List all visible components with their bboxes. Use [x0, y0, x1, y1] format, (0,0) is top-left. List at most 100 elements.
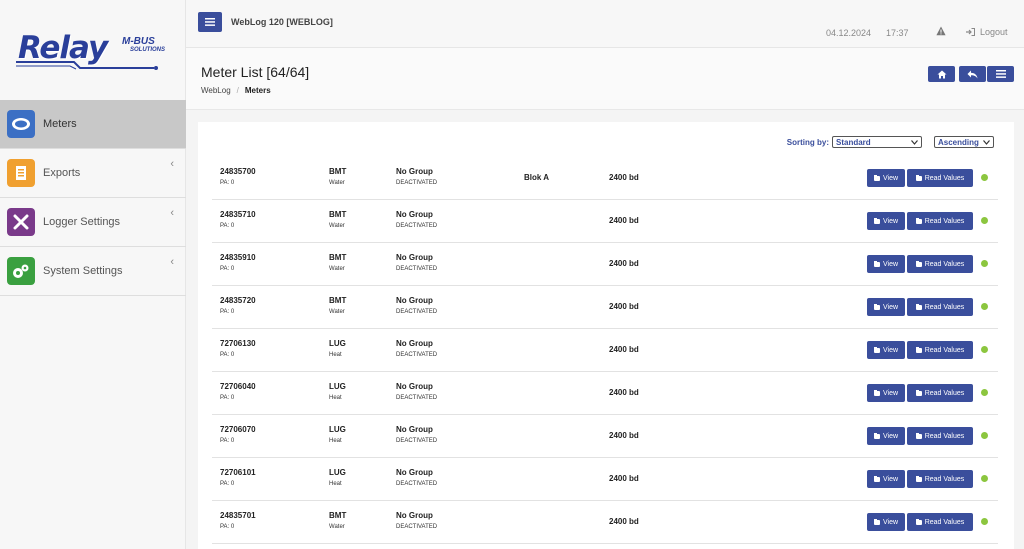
chevron-left-icon: ‹ — [170, 158, 174, 170]
folder-icon — [915, 174, 922, 181]
meter-medium: Water — [329, 266, 345, 272]
view-label: View — [882, 389, 899, 397]
meter-primary-address: PA: 0 — [220, 481, 235, 487]
table-row: 72706040 PA: 0 LUG Heat No Group DEACTIV… — [212, 372, 998, 415]
view-button[interactable]: View — [867, 298, 905, 316]
read-values-button[interactable]: Read Values — [907, 341, 973, 359]
chevron-left-icon: ‹ — [170, 256, 174, 268]
breadcrumb-weblog[interactable]: WebLog — [201, 86, 231, 95]
gears-icon — [7, 257, 35, 285]
meter-baud-rate: 2400 bd — [609, 302, 639, 311]
view-button[interactable]: View — [867, 341, 905, 359]
sort-order-value: Ascending — [938, 137, 979, 147]
read-values-label: Read Values — [924, 260, 965, 268]
meter-medium: Heat — [329, 438, 342, 444]
relay-logo[interactable]: Relay M-BUS SOLUTIONS — [14, 26, 165, 74]
view-button[interactable]: View — [867, 169, 905, 187]
menu-toggle-button[interactable] — [198, 12, 222, 32]
folder-icon — [915, 217, 922, 224]
read-values-button[interactable]: Read Values — [907, 384, 973, 402]
meter-manufacturer: BMT — [329, 511, 347, 520]
meter-group: No Group — [396, 296, 433, 305]
view-label: View — [882, 217, 899, 225]
read-values-button[interactable]: Read Values — [907, 212, 973, 230]
meter-id: 24835710 — [220, 210, 256, 219]
meter-group: No Group — [396, 210, 433, 219]
meter-baud-rate: 2400 bd — [609, 517, 639, 526]
meter-medium: Heat — [329, 395, 342, 401]
logout-label: Logout — [980, 27, 1008, 37]
current-time: 17:37 — [886, 28, 909, 38]
tools-icon — [7, 208, 35, 236]
meter-state: DEACTIVATED — [396, 309, 438, 315]
reply-icon — [967, 70, 978, 78]
meter-baud-rate: 2400 bd — [609, 431, 639, 440]
view-button[interactable]: View — [867, 255, 905, 273]
meter-state: DEACTIVATED — [396, 223, 438, 229]
sort-field-select[interactable]: Standard — [832, 136, 922, 148]
sidebar-item-system-settings[interactable]: System Settings ‹ — [0, 247, 186, 296]
view-button[interactable]: View — [867, 212, 905, 230]
folder-icon — [873, 475, 880, 482]
home-button[interactable] — [928, 66, 955, 82]
view-label: View — [882, 303, 899, 311]
table-row: 24835700 PA: 0 BMT Water No Group DEACTI… — [212, 157, 998, 200]
warning-icon[interactable] — [936, 26, 946, 36]
hamburger-icon — [205, 18, 215, 26]
read-values-button[interactable]: Read Values — [907, 169, 973, 187]
sidebar-item-exports[interactable]: Exports ‹ — [0, 149, 186, 198]
sidebar-item-logger-settings[interactable]: Logger Settings ‹ — [0, 198, 186, 247]
logo-subtitle: M-BUS — [122, 36, 155, 47]
folder-icon — [915, 260, 922, 267]
menu-button[interactable] — [987, 66, 1014, 82]
meter-manufacturer: LUG — [329, 425, 346, 434]
status-indicator — [981, 475, 988, 482]
status-indicator — [981, 174, 988, 181]
view-button[interactable]: View — [867, 427, 905, 445]
sort-field-value: Standard — [836, 137, 871, 147]
sort-controls: Sorting by: Standard Ascending — [787, 136, 994, 148]
logout-link[interactable]: Logout — [966, 27, 1008, 37]
back-button[interactable] — [959, 66, 986, 82]
view-button[interactable]: View — [867, 470, 905, 488]
breadcrumb-meters: Meters — [244, 86, 271, 95]
folder-icon — [873, 518, 880, 525]
meter-manufacturer: LUG — [329, 382, 346, 391]
read-values-label: Read Values — [924, 303, 965, 311]
folder-icon — [873, 217, 880, 224]
sidebar-item-meters[interactable]: Meters — [0, 100, 186, 149]
sort-label: Sorting by: — [786, 137, 829, 147]
export-icon — [7, 159, 35, 187]
chevron-down-icon — [983, 139, 990, 145]
meter-id: 72706070 — [220, 425, 256, 434]
read-values-label: Read Values — [924, 518, 965, 526]
meter-group: No Group — [396, 511, 433, 520]
meter-primary-address: PA: 0 — [220, 438, 235, 444]
meter-id: 72706101 — [220, 468, 256, 477]
meter-group: No Group — [396, 425, 433, 434]
meter-id: 24835700 — [220, 167, 256, 176]
meter-medium: Heat — [329, 481, 342, 487]
meter-manufacturer: LUG — [329, 339, 346, 348]
view-button[interactable]: View — [867, 384, 905, 402]
read-values-label: Read Values — [924, 346, 965, 354]
read-values-button[interactable]: Read Values — [907, 298, 973, 316]
sidebar-item-label: Logger Settings — [43, 216, 121, 228]
read-values-button[interactable]: Read Values — [907, 427, 973, 445]
folder-icon — [915, 346, 922, 353]
meter-medium: Water — [329, 180, 345, 186]
folder-icon — [915, 303, 922, 310]
sort-order-select[interactable]: Ascending — [934, 136, 994, 148]
view-button[interactable]: View — [867, 513, 905, 531]
read-values-button[interactable]: Read Values — [907, 255, 973, 273]
meter-baud-rate: 2400 bd — [609, 173, 639, 182]
meter-state: DEACTIVATED — [396, 395, 438, 401]
read-values-label: Read Values — [924, 174, 965, 182]
read-values-button[interactable]: Read Values — [907, 513, 973, 531]
read-values-label: Read Values — [924, 475, 965, 483]
top-bar: WebLog 120 [WEBLOG] 04.12.2024 17:37 Log… — [186, 0, 1024, 48]
meter-id: 24835720 — [220, 296, 256, 305]
meter-manufacturer: BMT — [329, 296, 347, 305]
read-values-button[interactable]: Read Values — [907, 470, 973, 488]
view-label: View — [882, 346, 899, 354]
